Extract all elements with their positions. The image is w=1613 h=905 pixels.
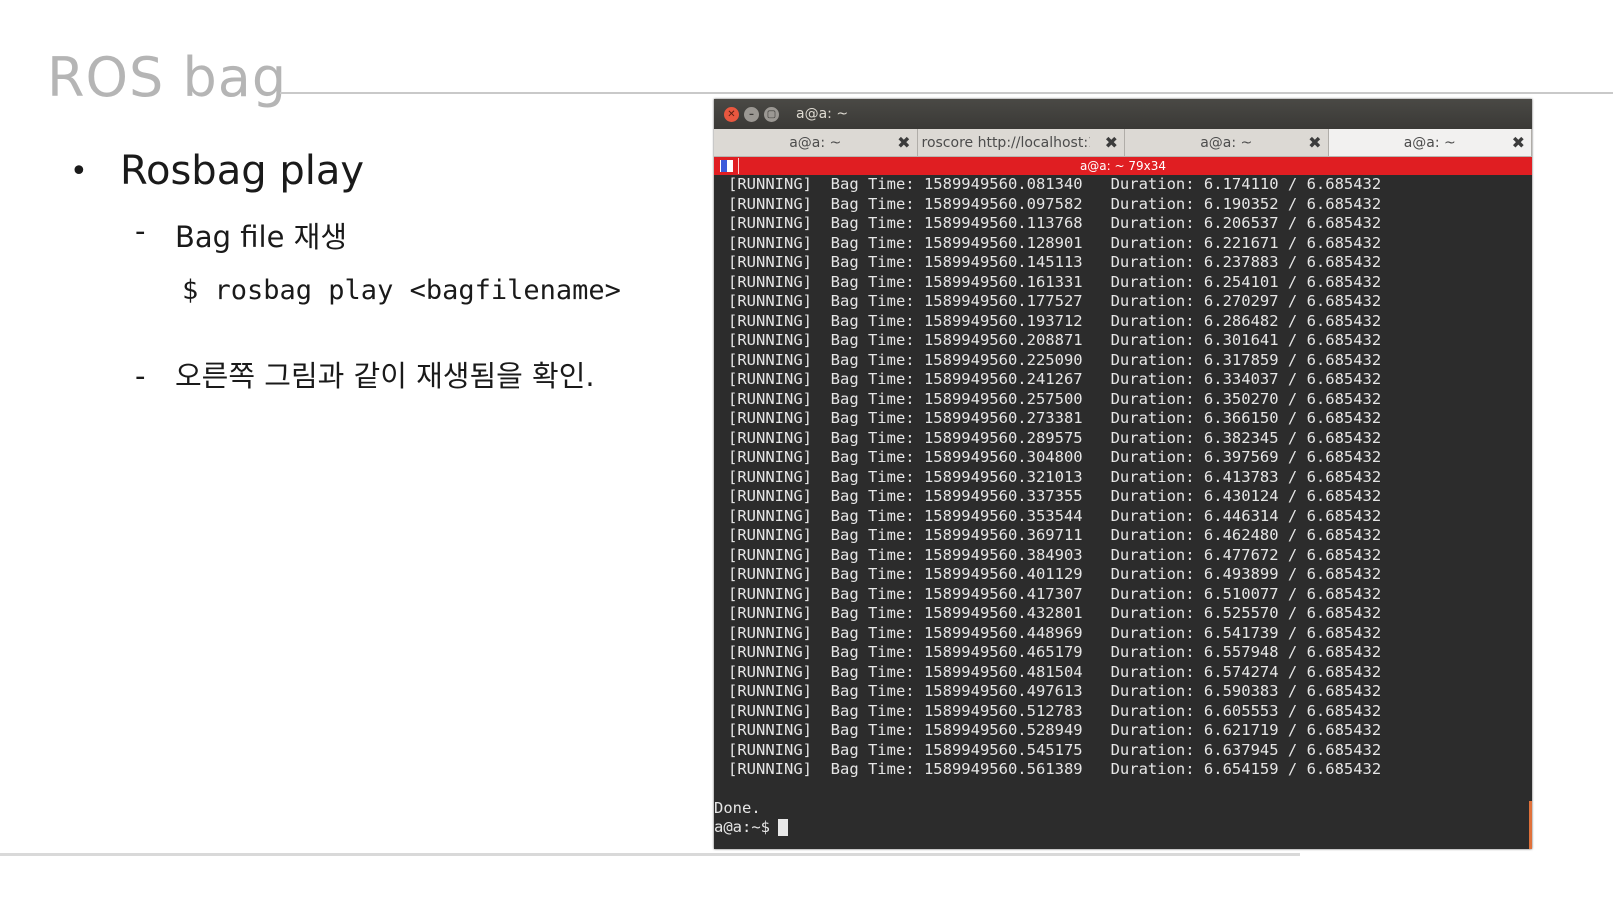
log-line: [RUNNING] Bag Time: 1589949560.321013 Du… <box>728 467 1382 486</box>
status-divider <box>738 158 739 174</box>
log-line: [RUNNING] Bag Time: 1589949560.208871 Du… <box>728 331 1382 349</box>
terminal-titlebar: ✕ – ▢ a@a: ~ <box>714 99 1532 129</box>
log-line: [RUNNING] Bag Time: 1589949560.177527 Du… <box>728 292 1382 310</box>
window-maximize-button[interactable]: ▢ <box>764 106 779 122</box>
terminal-size-label: a@a: ~ 79x34 <box>1079 159 1167 173</box>
bullet-dot-icon: • <box>70 153 88 189</box>
prompt-text: a@a:~$ <box>714 818 770 836</box>
log-line: [RUNNING] Bag Time: 1589949560.561389 Du… <box>728 760 1382 778</box>
log-line: [RUNNING] Bag Time: 1589949560.528949 Du… <box>728 721 1382 739</box>
text-cursor <box>778 819 788 837</box>
log-line: [RUNNING] Bag Time: 1589949560.401129 Du… <box>728 565 1382 583</box>
log-line: [RUNNING] Bag Time: 1589949560.289575 Du… <box>728 428 1382 447</box>
log-line: [RUNNING] Bag Time: 1589949560.225090 Du… <box>728 350 1382 369</box>
title-divider <box>280 92 1613 94</box>
log-line: [RUNNING] Bag Time: 1589949560.369711 Du… <box>728 526 1382 544</box>
shell-prompt[interactable]: a@a:~$ <box>714 818 1532 838</box>
window-title: a@a: ~ <box>796 106 849 122</box>
log-line: [RUNNING] Bag Time: 1589949560.145113 Du… <box>728 253 1382 271</box>
log-line: [RUNNING] Bag Time: 1589949560.448969 Du… <box>728 623 1382 642</box>
window-minimize-button[interactable]: – <box>744 106 759 122</box>
log-line: [RUNNING] Bag Time: 1589949560.304800 Du… <box>728 448 1382 466</box>
log-line: [RUNNING] Bag Time: 1589949560.113768 Du… <box>728 214 1382 232</box>
tab-close-icon[interactable]: ✖ <box>1512 133 1525 152</box>
dash-icon: - <box>135 359 146 393</box>
log-lines: [RUNNING] Bag Time: 1589949560.081340 Du… <box>714 175 1532 780</box>
terminal-window: ✕ – ▢ a@a: ~ a@a: ~ ✖ roscore http://loc… <box>714 99 1532 849</box>
terminal-output[interactable]: [RUNNING] Bag Time: 1589949560.081340 Du… <box>714 175 1532 838</box>
log-line: [RUNNING] Bag Time: 1589949560.384903 Du… <box>728 545 1382 564</box>
terminal-tab-roscore[interactable]: roscore http://localhost:1 ✖ <box>917 129 1125 156</box>
terminal-status-bar: a@a: ~ 79x34 <box>714 157 1532 175</box>
tab-label: a@a: ~ <box>1403 134 1456 151</box>
log-line: [RUNNING] Bag Time: 1589949560.432801 Du… <box>728 604 1382 622</box>
log-line: [RUNNING] Bag Time: 1589949560.257500 Du… <box>728 389 1382 408</box>
sub-bullet-text: 오른쪽 그림과 같이 재생됨을 확인. <box>175 359 595 393</box>
bullet-text: Rosbag play <box>120 148 365 194</box>
log-line: [RUNNING] Bag Time: 1589949560.417307 Du… <box>728 584 1382 603</box>
sub-bullet-text: Bag file 재생 <box>175 220 348 254</box>
log-line: [RUNNING] Bag Time: 1589949560.465179 Du… <box>728 643 1382 661</box>
window-close-button[interactable]: ✕ <box>724 106 739 122</box>
slide-title: ROS bag <box>47 46 288 109</box>
log-line: [RUNNING] Bag Time: 1589949560.545175 Du… <box>728 740 1382 759</box>
log-line: [RUNNING] Bag Time: 1589949560.512783 Du… <box>728 701 1382 720</box>
tab-close-icon[interactable]: ✖ <box>1308 133 1321 152</box>
terminal-tabbar: a@a: ~ ✖ roscore http://localhost:1 ✖ a@… <box>714 129 1532 157</box>
log-line: [RUNNING] Bag Time: 1589949560.081340 Du… <box>728 175 1382 193</box>
footer-divider <box>0 853 1300 856</box>
log-line: [RUNNING] Bag Time: 1589949560.497613 Du… <box>728 682 1382 700</box>
bullet-rosbag-play: • Rosbag play <box>70 148 364 194</box>
sub-bullet-bag-file: - Bag file 재생 <box>135 214 347 256</box>
log-line: [RUNNING] Bag Time: 1589949560.481504 Du… <box>728 662 1382 681</box>
terminal-app-icon <box>720 160 733 172</box>
terminal-tab-1[interactable]: a@a: ~ ✖ <box>714 129 918 156</box>
log-line: [RUNNING] Bag Time: 1589949560.353544 Du… <box>728 506 1382 525</box>
terminal-tab-4-active[interactable]: a@a: ~ ✖ <box>1328 129 1532 156</box>
tab-close-icon[interactable]: ✖ <box>897 133 910 152</box>
log-line: [RUNNING] Bag Time: 1589949560.193712 Du… <box>728 311 1382 330</box>
terminal-tab-3[interactable]: a@a: ~ ✖ <box>1125 129 1329 156</box>
scrollbar[interactable] <box>1529 801 1532 849</box>
tab-label: a@a: ~ <box>1200 134 1253 151</box>
tab-close-icon[interactable]: ✖ <box>1105 133 1118 152</box>
log-line: [RUNNING] Bag Time: 1589949560.241267 Du… <box>728 370 1382 388</box>
tab-label: a@a: ~ <box>789 134 842 151</box>
command-example: $ rosbag play <bagfilename> <box>182 275 621 306</box>
log-line: [RUNNING] Bag Time: 1589949560.161331 Du… <box>728 272 1382 291</box>
dash-icon: - <box>135 214 146 248</box>
log-line: [RUNNING] Bag Time: 1589949560.337355 Du… <box>728 487 1382 505</box>
log-line: [RUNNING] Bag Time: 1589949560.273381 Du… <box>728 409 1382 427</box>
log-line: [RUNNING] Bag Time: 1589949560.128901 Du… <box>728 233 1382 252</box>
sub-bullet-confirm: - 오른쪽 그림과 같이 재생됨을 확인. <box>135 358 595 394</box>
log-line: [RUNNING] Bag Time: 1589949560.097582 Du… <box>728 194 1382 213</box>
done-message: Done. <box>714 798 761 817</box>
tab-label: roscore http://localhost:1 <box>921 134 1090 151</box>
